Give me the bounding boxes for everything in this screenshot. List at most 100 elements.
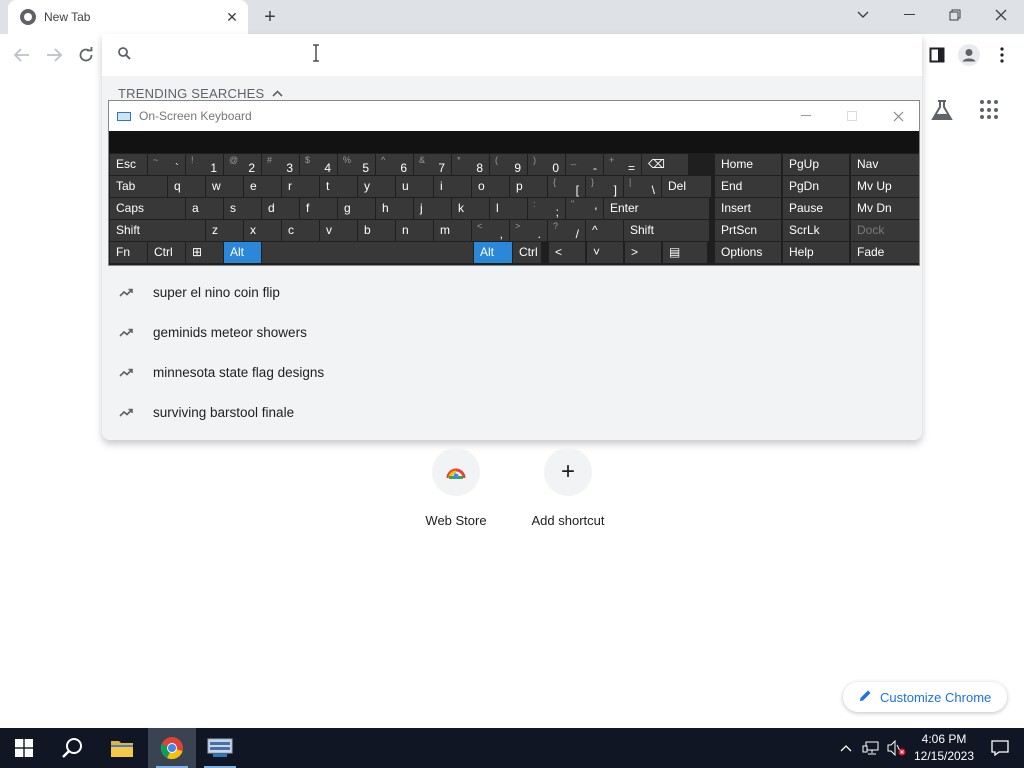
space-key[interactable] [262, 242, 473, 263]
key-home[interactable]: Home [715, 154, 781, 175]
key-shift[interactable]: Shift [110, 220, 205, 241]
more-menu-icon[interactable] [989, 42, 1015, 68]
key-pause[interactable]: Pause [783, 198, 849, 219]
suggestion-item[interactable]: geminids meteor showers [102, 312, 922, 352]
key-symbol[interactable]: }] [586, 176, 623, 197]
google-apps-grid-icon[interactable] [980, 100, 1000, 120]
address-bar-input[interactable] [142, 43, 882, 67]
on-screen-keyboard-taskbar-icon[interactable] [196, 728, 244, 768]
search-icon[interactable] [48, 728, 96, 768]
key-1[interactable]: ! 1 [186, 154, 223, 175]
key-esc[interactable]: Esc [110, 154, 147, 175]
key-symbol[interactable]: " ' [566, 198, 603, 219]
windows-key[interactable]: ⊞ [186, 242, 223, 263]
key-pgup[interactable]: PgUp [783, 154, 849, 175]
down-arrow-key[interactable]: ˅ [587, 242, 623, 263]
left-arrow-key[interactable]: < [549, 242, 585, 263]
key-mvdn[interactable]: Mv Dn [851, 198, 919, 219]
osk-close-button[interactable] [875, 101, 921, 131]
key-help[interactable]: Help [783, 242, 849, 263]
key-alt[interactable]: Alt [224, 242, 261, 263]
key-symbol[interactable]: :; [528, 198, 565, 219]
key-2[interactable]: @2 [224, 154, 261, 175]
key-nav[interactable]: Nav [851, 154, 919, 175]
suggestion-item[interactable]: surviving barstool finale [102, 392, 922, 432]
key-q[interactable]: q [168, 176, 205, 197]
key-options[interactable]: Options [715, 242, 781, 263]
key-ctrl[interactable]: Ctrl [148, 242, 185, 263]
chrome-taskbar-icon[interactable] [148, 728, 196, 768]
key-symbol[interactable]: + = [604, 154, 641, 175]
key-t[interactable]: t [320, 176, 357, 197]
key-shift[interactable]: Shift [624, 220, 709, 241]
key-3[interactable]: #3 [262, 154, 299, 175]
key-h[interactable]: h [376, 198, 413, 219]
key-c[interactable]: c [282, 220, 319, 241]
shortcut-web-store[interactable]: Web Store [400, 448, 512, 528]
trending-searches-header[interactable]: TRENDING SEARCHES [118, 86, 283, 101]
right-arrow-key[interactable]: > [625, 242, 661, 263]
key-6[interactable]: ^ 6 [376, 154, 413, 175]
key-s[interactable]: s [224, 198, 261, 219]
key-a[interactable]: a [186, 198, 223, 219]
key-prtscn[interactable]: PrtScn [715, 220, 781, 241]
key-del[interactable]: Del [662, 176, 711, 197]
key-g[interactable]: g [338, 198, 375, 219]
key-mvup[interactable]: Mv Up [851, 176, 919, 197]
tab-new-tab[interactable]: New Tab ✕ [8, 0, 248, 34]
key-scrlk[interactable]: ScrLk [783, 220, 849, 241]
close-window-button[interactable] [978, 0, 1024, 30]
key-enter[interactable]: Enter [604, 198, 709, 219]
notification-center-icon[interactable] [976, 728, 1024, 768]
key-4[interactable]: $4 [300, 154, 337, 175]
key-l[interactable]: l [490, 198, 527, 219]
forward-arrow-icon[interactable] [41, 42, 67, 68]
reload-icon[interactable] [73, 42, 99, 68]
profile-avatar-icon[interactable] [956, 42, 982, 68]
shortcut-add[interactable]: + Add shortcut [512, 448, 624, 528]
key-n[interactable]: n [396, 220, 433, 241]
tab-close-icon[interactable]: ✕ [222, 7, 242, 27]
customize-chrome-button[interactable]: Customize Chrome [843, 682, 1007, 712]
key-ctrl[interactable]: Ctrl [513, 242, 541, 263]
chevron-up-icon[interactable] [272, 88, 283, 100]
key-d[interactable]: d [262, 198, 299, 219]
key-8[interactable]: * 8 [452, 154, 489, 175]
key-5[interactable]: % 5 [338, 154, 375, 175]
key-fade[interactable]: Fade [851, 242, 919, 263]
key-caps[interactable]: Caps [110, 198, 185, 219]
key-end[interactable]: End [715, 176, 781, 197]
chevron-up-icon[interactable] [834, 728, 858, 768]
key-r[interactable]: r [282, 176, 319, 197]
up-arrow-key[interactable]: ^ [586, 220, 623, 241]
context-menu-key[interactable]: ▤ [663, 242, 707, 263]
key-symbol[interactable]: ? / [548, 220, 585, 241]
key-7[interactable]: & 7 [414, 154, 451, 175]
key-k[interactable]: k [452, 198, 489, 219]
key-dock[interactable]: Dock [851, 220, 919, 241]
key-i[interactable]: i [434, 176, 471, 197]
key-e[interactable]: e [244, 176, 281, 197]
taskbar-clock[interactable]: 4:06 PM 12/15/2023 [912, 731, 976, 765]
key-symbol[interactable]: ~ ` [148, 154, 185, 175]
key-u[interactable]: u [396, 176, 433, 197]
key-alt[interactable]: Alt [474, 242, 512, 263]
key-y[interactable]: y [358, 176, 395, 197]
key-symbol[interactable]: _ - [566, 154, 603, 175]
osk-maximize-button[interactable] [829, 101, 875, 131]
key-fn[interactable]: Fn [110, 242, 147, 263]
file-explorer-folder-icon[interactable] [98, 728, 146, 768]
key-w[interactable]: w [206, 176, 243, 197]
volume-muted-icon[interactable] [884, 728, 910, 768]
start-button-windows-icon[interactable] [0, 728, 48, 768]
network-icon[interactable] [858, 728, 884, 768]
osk-minimize-button[interactable] [783, 101, 829, 131]
key-symbol[interactable]: >. [510, 220, 547, 241]
key-pgdn[interactable]: PgDn [783, 176, 849, 197]
key-symbol[interactable]: <, [472, 220, 509, 241]
key-insert[interactable]: Insert [715, 198, 781, 219]
key-v[interactable]: v [320, 220, 357, 241]
back-arrow-icon[interactable] [9, 42, 35, 68]
backspace-key[interactable]: ⌫ [642, 154, 688, 175]
suggestion-item[interactable]: super el nino coin flip [102, 272, 922, 312]
